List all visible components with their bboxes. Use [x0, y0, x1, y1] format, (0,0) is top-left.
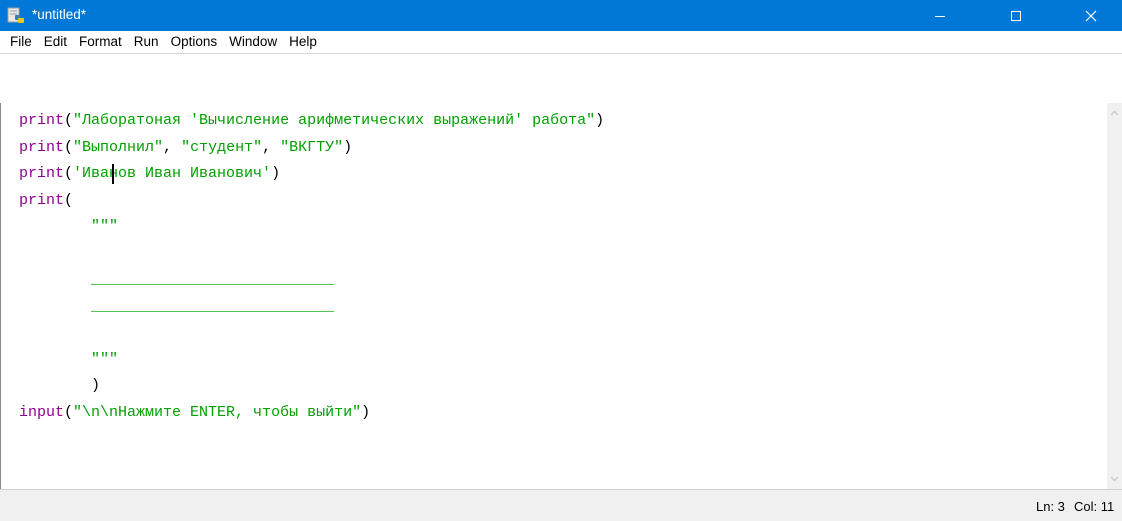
code-string: """ [19, 350, 119, 368]
code-line[interactable]: """ [19, 347, 604, 374]
code-line[interactable]: ___________________________ [19, 294, 604, 321]
code-line[interactable] [19, 320, 604, 347]
maximize-icon [1011, 10, 1021, 21]
code-text-token: , [163, 138, 182, 156]
menu-window[interactable]: Window [223, 31, 283, 53]
minimize-icon [935, 15, 945, 17]
code-text-token: ) [361, 403, 371, 421]
chevron-down-icon [1110, 476, 1119, 482]
code-keyword: print [19, 191, 65, 209]
code-text-token: ) [19, 377, 101, 394]
code-text-token: , [262, 138, 281, 156]
code-line[interactable]: ) [19, 373, 604, 400]
close-icon [1085, 10, 1097, 21]
minimize-button[interactable] [917, 0, 963, 31]
scroll-down-button[interactable] [1107, 473, 1122, 485]
code-keyword: print [19, 138, 65, 156]
menu-run[interactable]: Run [128, 31, 165, 53]
title-bar[interactable]: *untitled* [0, 0, 1122, 31]
vertical-scrollbar[interactable] [1107, 103, 1122, 489]
code-line[interactable] [19, 241, 604, 268]
menu-options[interactable]: Options [165, 31, 224, 53]
code-keyword: input [19, 403, 65, 421]
code-string: """ [19, 218, 119, 235]
status-line-number: Ln: 3 [1036, 499, 1065, 514]
code-text-token: ( [64, 403, 74, 421]
code-text-token: ( [64, 191, 74, 209]
text-cursor [112, 164, 114, 184]
code-keyword: print [19, 165, 65, 182]
code-string: ___________________________ [19, 271, 335, 288]
menu-help[interactable]: Help [283, 31, 323, 53]
code-line[interactable]: print('Иванов Иван Иванович') [19, 161, 604, 188]
menu-bar: File Edit Format Run Options Window Help [0, 31, 1122, 54]
code-string: ___________________________ [19, 297, 335, 315]
window-title: *untitled* [32, 7, 87, 22]
close-button[interactable] [1068, 0, 1114, 31]
code-keyword: print [19, 112, 65, 129]
code-text-token: ( [64, 138, 74, 156]
status-bar: Ln: 3 Col: 11 [0, 489, 1122, 521]
menu-format[interactable]: Format [73, 31, 128, 53]
code-string: "\n\nНажмите ENTER, чтобы выйти" [73, 403, 362, 421]
code-text-token: ) [343, 138, 353, 156]
scroll-up-button[interactable] [1107, 107, 1122, 119]
code-string: "ВКГТУ" [280, 138, 344, 156]
code-line[interactable]: print( [19, 188, 604, 215]
chevron-up-icon [1110, 110, 1119, 116]
python-idle-icon [7, 7, 24, 23]
code-string: "студент" [181, 138, 263, 156]
status-column-number: Col: 11 [1074, 499, 1115, 514]
code-string: "Лаборатоная 'Вычисление арифметических … [73, 112, 596, 129]
code-text[interactable]: print("Лаборатоная 'Вычисление арифметич… [19, 108, 604, 426]
code-line[interactable]: print("Лаборатоная 'Вычисление арифметич… [19, 108, 604, 135]
code-string: "Выполнил" [73, 138, 164, 156]
code-text-token: ) [595, 112, 605, 129]
menu-file[interactable]: File [4, 31, 38, 53]
code-line[interactable]: ___________________________ [19, 267, 604, 294]
code-text-token: ) [271, 165, 281, 182]
code-line[interactable]: """ [19, 214, 604, 241]
code-line[interactable]: input("\n\nНажмите ENTER, чтобы выйти") [19, 400, 604, 427]
code-text-token: ( [64, 112, 74, 129]
code-text-token: ( [64, 165, 74, 182]
code-line[interactable]: print("Выполнил", "студент", "ВКГТУ") [19, 135, 604, 162]
menu-edit[interactable]: Edit [38, 31, 73, 53]
code-string: 'Иванов Иван Иванович' [73, 165, 272, 182]
maximize-button[interactable] [993, 0, 1039, 31]
